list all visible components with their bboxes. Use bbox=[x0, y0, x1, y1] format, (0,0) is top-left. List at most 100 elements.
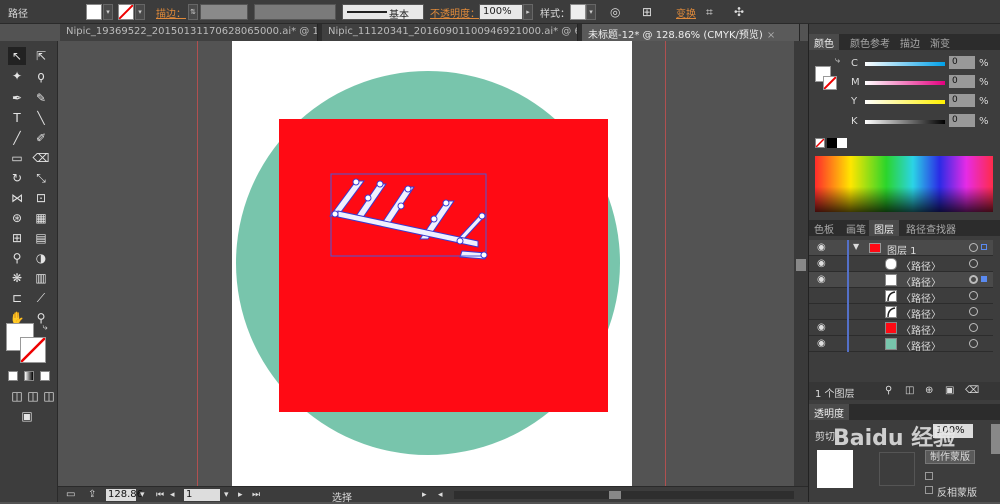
next-artboard-icon[interactable]: ▸ bbox=[238, 488, 243, 502]
layer-row[interactable]: 〈路径〉 bbox=[809, 304, 993, 321]
layer-row[interactable]: ◉ 〈路径〉 bbox=[809, 256, 993, 273]
stroke-color-box[interactable] bbox=[20, 337, 46, 363]
target-icon[interactable] bbox=[969, 243, 978, 252]
opacity-label[interactable]: 不透明度： bbox=[430, 5, 480, 20]
magenta-value[interactable]: 0 bbox=[949, 75, 975, 88]
eyedropper-tool-icon[interactable]: ⚲ bbox=[8, 249, 26, 267]
draw-inside-icon[interactable]: ◫ bbox=[40, 387, 58, 405]
swap-colors-icon[interactable]: ⤷ bbox=[36, 319, 54, 337]
type-tool-icon[interactable]: T bbox=[8, 109, 26, 127]
swap-colors-icon[interactable]: ⤷ bbox=[835, 54, 840, 68]
style-swatch[interactable] bbox=[570, 4, 586, 20]
path-name[interactable]: 〈路径〉 bbox=[901, 338, 941, 353]
tab-pathfinder[interactable]: 路径查找器 bbox=[901, 220, 961, 236]
panel-menu-icon[interactable]: ✣ bbox=[734, 5, 744, 19]
stroke-weight-field[interactable] bbox=[200, 4, 248, 20]
layer-row[interactable]: ◉ 〈路径〉 bbox=[809, 272, 993, 289]
red-square[interactable] bbox=[279, 119, 608, 412]
status-menu-arrow[interactable]: ▸ bbox=[422, 488, 427, 502]
gradient-mode-icon[interactable] bbox=[24, 371, 34, 381]
path-name[interactable]: 〈路径〉 bbox=[901, 290, 941, 305]
tab-document-2[interactable]: Nipic_11120341_20160901100946921000.ai* … bbox=[322, 24, 578, 41]
target-icon[interactable] bbox=[969, 259, 978, 268]
panel-stroke-swatch[interactable] bbox=[823, 76, 837, 90]
variable-width-profile[interactable] bbox=[254, 4, 336, 20]
symbol-sprayer-tool-icon[interactable]: ❋ bbox=[8, 269, 26, 287]
opacity-field[interactable]: 100% bbox=[479, 4, 523, 20]
yellow-slider[interactable] bbox=[865, 100, 945, 104]
make-mask-button[interactable]: 制作蒙版 bbox=[925, 450, 975, 464]
first-artboard-icon[interactable]: ⏮ bbox=[156, 488, 164, 502]
tab-transparency[interactable]: 透明度 bbox=[809, 404, 849, 420]
last-artboard-icon[interactable]: ⏭ bbox=[252, 488, 260, 502]
magic-wand-tool-icon[interactable]: ✦ bbox=[8, 67, 26, 85]
path-name[interactable]: 〈路径〉 bbox=[901, 274, 941, 289]
panel-scroll-thumb[interactable] bbox=[991, 424, 1000, 454]
artboard-dropdown-arrow[interactable]: ▾ bbox=[224, 488, 229, 502]
clip-checkbox[interactable] bbox=[925, 472, 933, 480]
black-value[interactable]: 0 bbox=[949, 114, 975, 127]
layer-name[interactable]: 图层 1 bbox=[887, 242, 917, 257]
direct-selection-tool-icon[interactable]: ⇱ bbox=[32, 47, 50, 65]
stroke-dropdown-arrow[interactable]: ▾ bbox=[135, 4, 145, 20]
magenta-slider[interactable] bbox=[865, 81, 945, 85]
artboard-tool-icon[interactable]: ⊏ bbox=[8, 289, 26, 307]
path-name[interactable]: 〈路径〉 bbox=[901, 322, 941, 337]
artwork[interactable] bbox=[58, 41, 794, 486]
eye-icon[interactable]: ◉ bbox=[817, 274, 826, 285]
eye-icon[interactable]: ◉ bbox=[817, 242, 826, 253]
tab-stroke[interactable]: 描边 bbox=[895, 34, 925, 50]
gradient-tool-icon[interactable]: ▤ bbox=[32, 229, 50, 247]
fill-dropdown-arrow[interactable]: ▾ bbox=[103, 4, 113, 20]
slice-tool-icon[interactable]: ⟋ bbox=[32, 289, 50, 307]
pen-tool-icon[interactable]: ✒ bbox=[8, 89, 26, 107]
align-grid-icon[interactable]: ⊞ bbox=[642, 5, 652, 19]
target-icon[interactable] bbox=[969, 291, 978, 300]
clipping-mask-icon[interactable]: ◫ bbox=[905, 384, 914, 398]
monitor-icon[interactable]: ▭ bbox=[66, 488, 75, 502]
tab-color-guide[interactable]: 颜色参考 bbox=[845, 34, 895, 50]
path-name[interactable]: 〈路径〉 bbox=[901, 258, 941, 273]
line-tool-icon[interactable]: ╲ bbox=[32, 109, 50, 127]
new-layer-icon[interactable]: ▣ bbox=[945, 384, 954, 398]
brush-definition-select[interactable]: 基本 bbox=[342, 4, 424, 21]
layer-row[interactable]: ◉ ▼ 图层 1 bbox=[809, 240, 993, 257]
tab-layers[interactable]: 图层 bbox=[869, 220, 899, 236]
tab-brushes[interactable]: 画笔 bbox=[841, 220, 871, 236]
mesh-tool-icon[interactable]: ⊞ bbox=[8, 229, 26, 247]
cyan-slider[interactable] bbox=[865, 62, 945, 66]
invert-mask-checkbox[interactable] bbox=[925, 486, 933, 494]
transform-label[interactable]: 变换 bbox=[676, 5, 696, 20]
previous-artboard-icon[interactable]: ◂ bbox=[170, 488, 175, 502]
tab-color[interactable]: 颜色 bbox=[809, 34, 839, 50]
curvature-tool-icon[interactable]: ✎ bbox=[32, 89, 50, 107]
lasso-tool-icon[interactable]: ϙ bbox=[32, 67, 50, 85]
new-sublayer-icon[interactable]: ⊕ bbox=[925, 384, 933, 398]
screen-mode-icon[interactable]: ▣ bbox=[18, 407, 36, 425]
scale-tool-icon[interactable]: ⤡ bbox=[32, 169, 50, 187]
artboard-number-field[interactable]: 1 bbox=[184, 489, 220, 501]
tab-swatches[interactable]: 色板 bbox=[809, 220, 839, 236]
selection-tool-icon[interactable]: ↖ bbox=[8, 47, 26, 65]
locate-object-icon[interactable]: ⚲ bbox=[885, 384, 892, 398]
rectangle-tool-icon[interactable]: ▭ bbox=[8, 149, 26, 167]
yellow-value[interactable]: 0 bbox=[949, 94, 975, 107]
trash-icon[interactable]: ⌫ bbox=[965, 384, 979, 398]
layer-row[interactable]: ◉ 〈路径〉 bbox=[809, 336, 993, 353]
none-mode-icon[interactable] bbox=[40, 371, 50, 381]
pencil-tool-icon[interactable]: ✐ bbox=[32, 129, 50, 147]
target-icon[interactable] bbox=[969, 339, 978, 348]
color-spectrum[interactable] bbox=[815, 156, 993, 212]
scroll-thumb[interactable] bbox=[796, 259, 806, 271]
isolate-icon[interactable]: ⌗ bbox=[706, 5, 713, 19]
fill-swatch[interactable] bbox=[86, 4, 102, 20]
expand-arrow-icon[interactable]: ▼ bbox=[853, 242, 859, 251]
stroke-swatch[interactable] bbox=[118, 4, 134, 20]
tab-document-1[interactable]: Nipic_19369522_20150131170628065000.ai* … bbox=[60, 24, 318, 41]
eraser-tool-icon[interactable]: ⌫ bbox=[32, 149, 50, 167]
none-swatch[interactable] bbox=[815, 138, 825, 148]
target-icon[interactable] bbox=[969, 307, 978, 316]
zoom-dropdown-arrow[interactable]: ▾ bbox=[140, 488, 145, 502]
canvas-area[interactable] bbox=[58, 41, 794, 486]
stroke-weight-stepper[interactable]: ⇅ bbox=[188, 4, 198, 20]
